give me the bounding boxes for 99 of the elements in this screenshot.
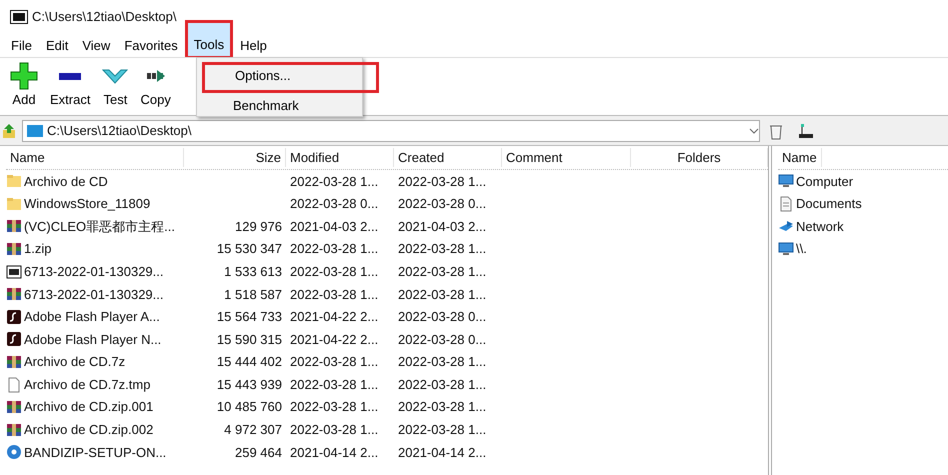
table-cell: 2022-03-28 1... — [290, 286, 378, 302]
table-cell: 129 976 — [235, 218, 282, 234]
toolbar-button[interactable]: Add — [6, 62, 42, 110]
table-cell: 4 972 307 — [224, 422, 282, 438]
table-cell: 2021-04-14 2... — [398, 444, 486, 460]
table-cell: 2022-03-28 1... — [398, 399, 486, 414]
menu-item[interactable]: Edit — [38, 32, 76, 58]
toolbar-button[interactable]: Test — [98, 62, 132, 110]
table-cell: 2022-03-28 1... — [398, 241, 486, 256]
table-cell: 1 533 613 — [224, 264, 282, 279]
table-cell: 2022-03-28 1... — [290, 174, 378, 189]
toolbar-button[interactable]: Copy — [136, 62, 175, 110]
menu-item[interactable]: File — [4, 32, 39, 58]
document-icon — [6, 376, 22, 393]
toolbar-button[interactable]: Extract — [46, 62, 94, 110]
file-name[interactable]: Archivo de CD.7z.tmp — [24, 374, 150, 394]
menu-item[interactable]: Help — [233, 32, 274, 58]
flash-icon — [6, 331, 22, 348]
archive-stack-icon — [6, 286, 22, 302]
setup-disc-icon — [6, 444, 22, 460]
plus-icon — [10, 62, 38, 90]
file-name[interactable]: Archivo de CD — [24, 172, 108, 192]
table-cell: 2022-03-28 1... — [290, 376, 378, 392]
table-cell: 2022-03-28 0... — [290, 196, 378, 212]
file-name[interactable]: 1.zip — [24, 239, 52, 259]
folder-icon — [6, 173, 22, 190]
minus-icon — [59, 72, 82, 80]
table-cell: 2022-03-28 1... — [398, 376, 486, 392]
file-name[interactable]: BANDIZIP-SETUP-ON... — [24, 442, 166, 462]
table-cell: 2022-03-28 1... — [290, 354, 378, 370]
table-cell: 2021-04-22 2... — [290, 332, 378, 347]
archive-stack-icon — [6, 218, 22, 234]
address-field[interactable]: C:\Users\12tiao\Desktop\ — [22, 120, 760, 142]
file-name[interactable]: Archivo de CD.7z — [24, 352, 126, 372]
up-folder-icon — [0, 122, 18, 140]
menu-item[interactable]: Favorites — [117, 32, 185, 58]
table-cell: 2022-03-28 1... — [398, 286, 486, 302]
table-cell: 2021-04-22 2... — [290, 309, 378, 324]
location-item[interactable]: Computer — [796, 172, 854, 192]
window-title: C:\Users\12tiao\Desktop\ — [32, 8, 177, 26]
folder-icon — [27, 124, 43, 138]
app-logo-icon — [10, 10, 28, 24]
table-cell: 2022-03-28 1... — [290, 264, 378, 279]
table-cell: 2022-03-28 1... — [398, 422, 486, 438]
table-cell: 2022-03-28 1... — [398, 354, 486, 370]
table-cell: 15 590 315 — [216, 332, 282, 347]
file-name[interactable]: Archivo de CD.zip.002 — [24, 420, 154, 440]
table-cell: 15 443 939 — [216, 376, 282, 392]
table-cell: 2021-04-03 2... — [398, 218, 486, 234]
location-item[interactable]: \\. — [796, 239, 807, 259]
table-cell: 15 564 733 — [216, 309, 282, 324]
table-cell: 2022-03-28 0... — [398, 332, 486, 347]
arrow-right-icon — [146, 70, 165, 82]
menu-option[interactable]: Benchmark — [197, 92, 362, 122]
file-name[interactable]: WindowsStore_11809 — [24, 194, 150, 214]
archive-stack-icon — [6, 354, 22, 370]
table-cell: 15 530 347 — [216, 241, 282, 256]
table-cell: 2022-03-28 1... — [290, 399, 378, 414]
archive-icon — [6, 264, 22, 280]
table-cell: 2022-03-28 1... — [398, 264, 486, 279]
archive-stack-icon — [6, 422, 22, 438]
table-cell: 2022-03-28 1... — [290, 422, 378, 438]
monitor-icon — [778, 241, 794, 258]
table-cell: 2022-03-28 1... — [290, 241, 378, 256]
table-cell: 10 485 760 — [216, 399, 282, 414]
monitor-icon — [778, 173, 794, 190]
column-header[interactable]: Size — [184, 148, 286, 168]
column-header[interactable]: Name — [778, 148, 822, 168]
table-cell: 1 518 587 — [224, 286, 282, 302]
tree-icon — [798, 123, 812, 140]
document-icon — [778, 196, 794, 212]
table-cell: 2022-03-28 1... — [398, 174, 486, 189]
column-header[interactable]: Folders — [631, 148, 768, 168]
menu-item[interactable]: View — [75, 32, 118, 58]
file-name[interactable]: Adobe Flash Player N... — [24, 330, 162, 350]
table-cell: 2022-03-28 0... — [398, 309, 486, 324]
table-cell: 2022-03-28 0... — [398, 196, 486, 212]
column-header[interactable]: Name — [6, 148, 184, 168]
table-cell: 15 444 402 — [216, 354, 282, 370]
file-name[interactable]: 6713-2022-01-130329... — [24, 284, 164, 304]
file-name[interactable]: (VC)CLEO罪恶都市主程... — [24, 216, 175, 236]
column-header[interactable]: Comment — [502, 148, 631, 168]
location-item[interactable]: Network — [796, 216, 844, 236]
file-name[interactable]: 6713-2022-01-130329... — [24, 262, 164, 282]
table-cell: 2021-04-03 2... — [290, 218, 378, 234]
location-item[interactable]: Documents — [796, 194, 862, 214]
archive-stack-icon — [6, 399, 22, 416]
file-name[interactable]: Adobe Flash Player A... — [24, 307, 160, 327]
file-name[interactable]: Archivo de CD.zip.001 — [24, 397, 154, 417]
column-header[interactable]: Created — [394, 148, 502, 168]
table-cell: 2021-04-14 2... — [290, 444, 378, 460]
column-header[interactable]: Modified — [286, 148, 394, 168]
menu-item[interactable]: Tools — [184, 20, 234, 60]
chevron-down-icon — [102, 68, 128, 84]
table-cell: 259 464 — [235, 444, 282, 460]
flash-icon — [6, 308, 22, 325]
folder-icon — [6, 196, 22, 212]
archive-stack-icon — [6, 241, 22, 258]
menu-option[interactable]: Options... — [202, 62, 379, 92]
